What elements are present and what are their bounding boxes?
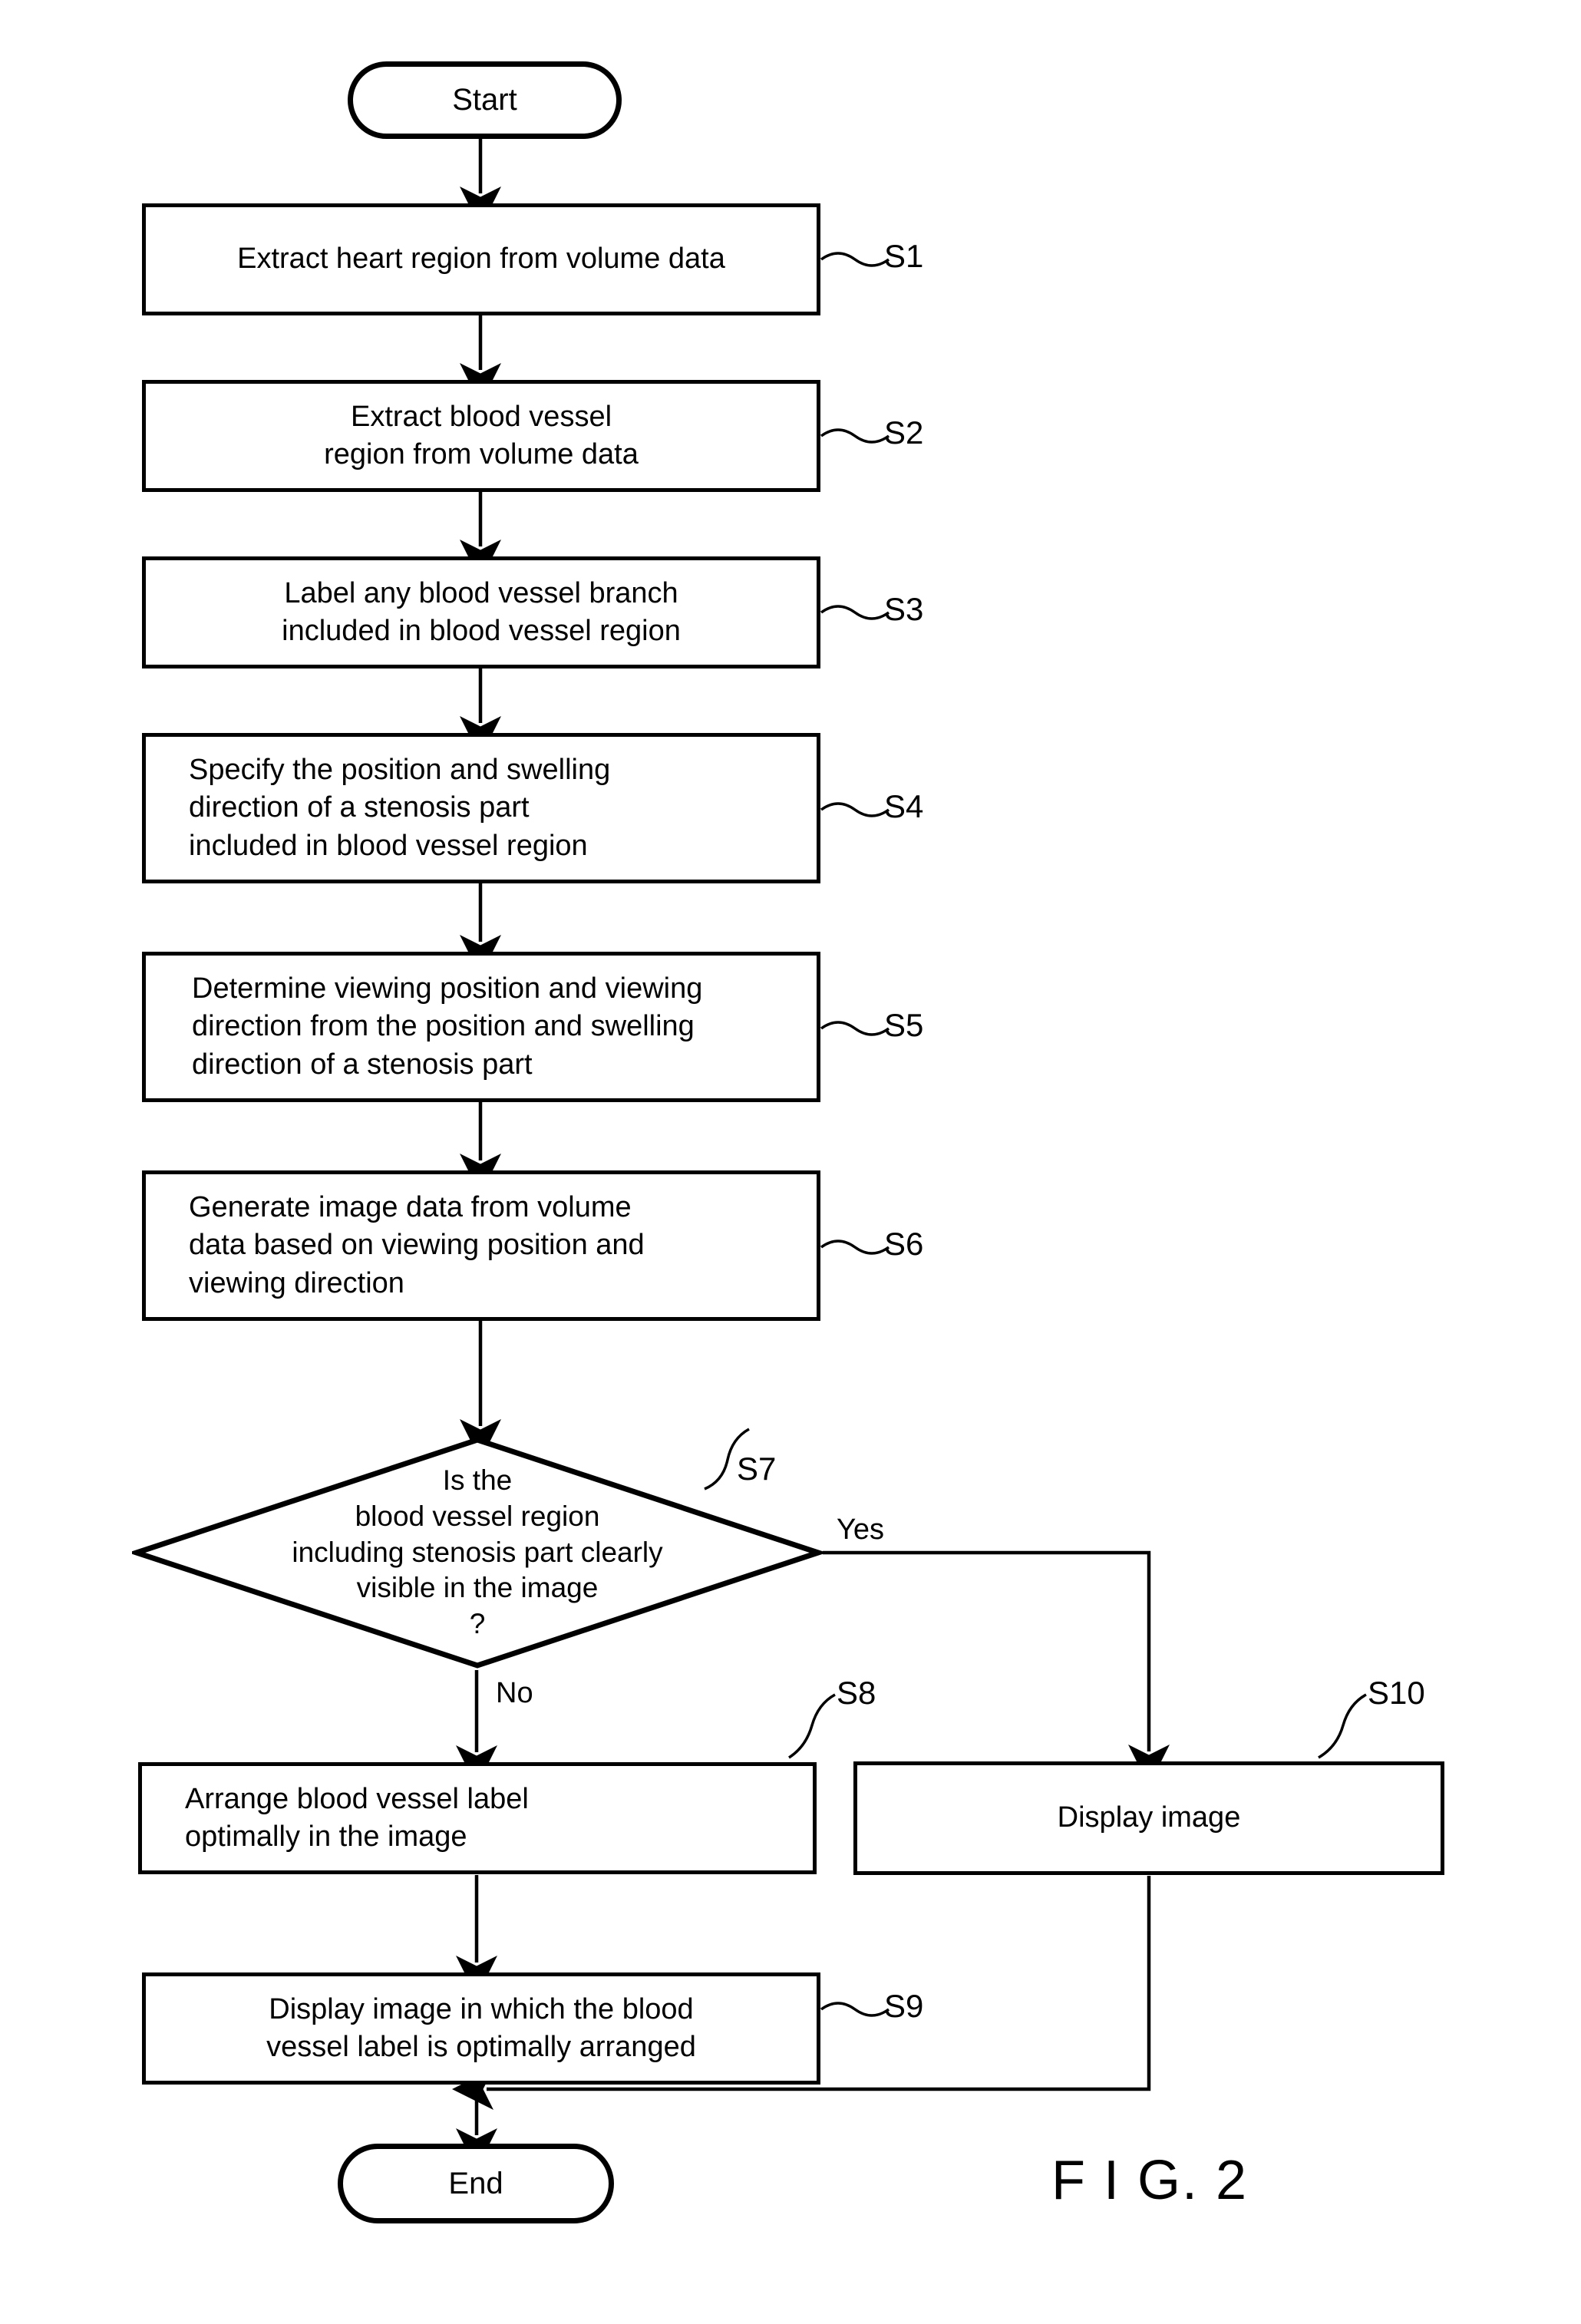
- step-number-s4: S4: [884, 788, 924, 824]
- step-number-s9: S9: [884, 1988, 924, 2024]
- decision-diamond-s7: Is the blood vessel region including ste…: [127, 1435, 827, 1670]
- step-number-s3: S3: [884, 591, 924, 627]
- process-box-s5-text: Determine viewing position and viewing d…: [192, 972, 703, 1081]
- process-box-s2-text: Extract blood vessel region from volume …: [324, 400, 639, 470]
- process-box-s10-text: Display image: [1057, 1801, 1241, 1834]
- step-number-s2: S2: [884, 414, 924, 451]
- step-number-s10: S10: [1368, 1675, 1425, 1711]
- terminator-start-label: Start: [452, 83, 517, 117]
- terminator-end: End: [338, 2144, 614, 2223]
- terminator-end-label: End: [448, 2166, 503, 2200]
- process-box-s8: Arrange blood vessel label optimally in …: [138, 1762, 817, 1874]
- process-box-s3-text: Label any blood vessel branch included i…: [282, 576, 681, 647]
- process-box-s2: Extract blood vessel region from volume …: [142, 380, 820, 492]
- process-box-s6-text: Generate image data from volume data bas…: [189, 1190, 645, 1299]
- step-number-s8: S8: [837, 1675, 876, 1711]
- process-box-s1: Extract heart region from volume data: [142, 203, 820, 315]
- edge-label-no: No: [496, 1677, 533, 1709]
- process-box-s10: Display image: [853, 1761, 1444, 1875]
- figure-canvas: Start Extract heart region from volume d…: [0, 0, 1581, 2324]
- process-box-s9-text: Display image in which the blood vessel …: [266, 1992, 696, 2063]
- decision-text: Is the blood vessel region including ste…: [292, 1464, 663, 1639]
- step-number-s6: S6: [884, 1226, 924, 1262]
- process-box-s5: Determine viewing position and viewing d…: [142, 952, 820, 1102]
- process-box-s8-text: Arrange blood vessel label optimally in …: [185, 1782, 529, 1853]
- figure-caption: F I G. 2: [1051, 2150, 1249, 2211]
- process-box-s6: Generate image data from volume data bas…: [142, 1170, 820, 1321]
- process-box-s1-text: Extract heart region from volume data: [237, 243, 725, 276]
- step-number-s7: S7: [737, 1451, 777, 1487]
- terminator-start: Start: [348, 61, 622, 139]
- process-box-s4-text: Specify the position and swelling direct…: [189, 753, 611, 862]
- edge-label-yes: Yes: [837, 1514, 884, 1546]
- process-box-s4: Specify the position and swelling direct…: [142, 733, 820, 883]
- process-box-s9: Display image in which the blood vessel …: [142, 1972, 820, 2085]
- process-box-s3: Label any blood vessel branch included i…: [142, 556, 820, 668]
- step-number-s1: S1: [884, 238, 924, 274]
- step-number-s5: S5: [884, 1007, 924, 1043]
